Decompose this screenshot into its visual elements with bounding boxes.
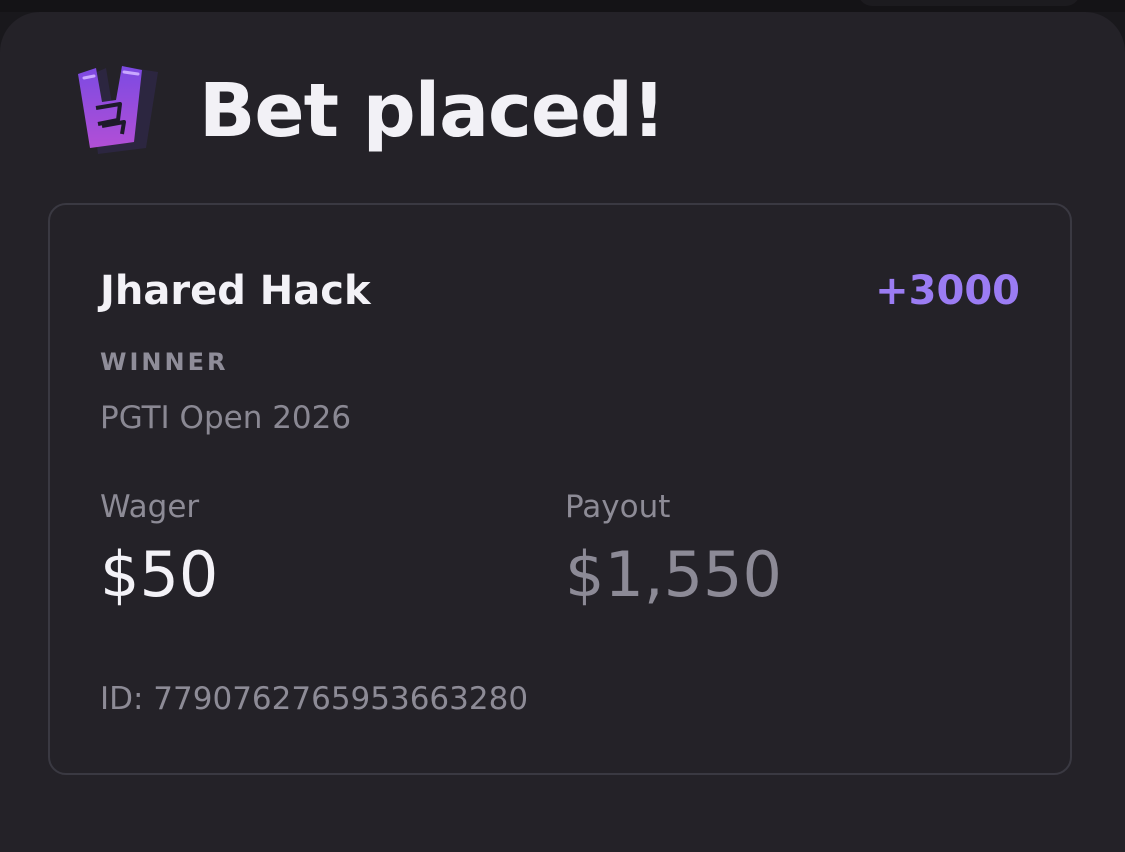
page-title: Bet placed! bbox=[199, 68, 666, 154]
payout-label: Payout bbox=[565, 489, 671, 525]
bet-slip-card: Jhared Hack +3000 WINNER PGTI Open 2026 … bbox=[48, 203, 1072, 775]
market-type: WINNER bbox=[100, 348, 229, 376]
payout-amount: $1,550 bbox=[565, 538, 782, 611]
top-pill bbox=[858, 0, 1080, 6]
selection-name: Jhared Hack bbox=[100, 268, 371, 314]
rock-hand-icon bbox=[74, 62, 162, 162]
bet-id: ID: 7790762765953663280 bbox=[100, 681, 529, 717]
wager-label: Wager bbox=[100, 489, 200, 525]
wager-amount: $50 bbox=[100, 538, 219, 611]
event-name: PGTI Open 2026 bbox=[100, 400, 352, 436]
odds-value: +3000 bbox=[875, 268, 1020, 314]
